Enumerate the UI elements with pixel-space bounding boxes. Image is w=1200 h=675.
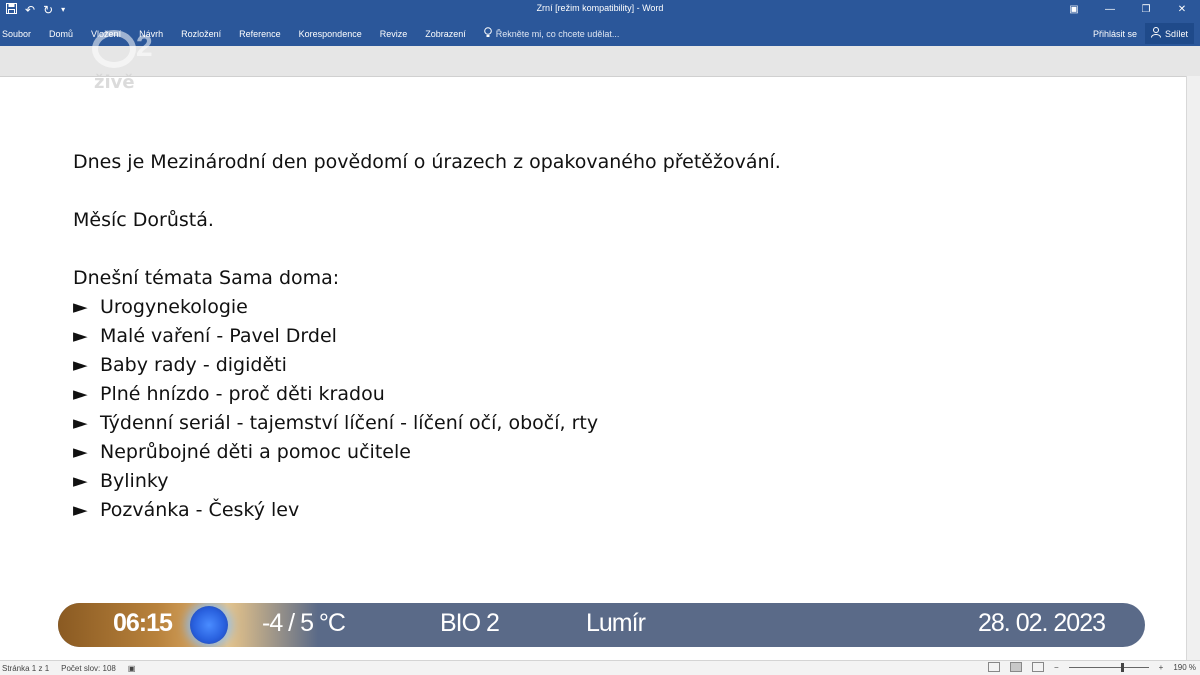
list-item-text: Neprůbojné děti a pomoc učitele bbox=[100, 441, 411, 463]
bullet-mark: ► bbox=[73, 325, 88, 347]
paragraph-moon: Měsíc Dorůstá. bbox=[73, 209, 214, 231]
zoom-slider[interactable] bbox=[1068, 662, 1149, 672]
list-item-text: Pozvánka - Český lev bbox=[100, 499, 300, 521]
share-label: Sdílet bbox=[1164, 28, 1188, 39]
bullet-mark: ► bbox=[73, 470, 88, 492]
ribbon: Soubor Domů Vložení Návrh Rozložení Refe… bbox=[0, 20, 1200, 46]
status-bar: Stránka 1 z 1 Počet slov: 108 ▣ − + 190 … bbox=[0, 660, 1200, 675]
ticker-temperature: -4 / 5 °C bbox=[262, 609, 346, 637]
list-item: ► Urogynekologie bbox=[73, 293, 973, 322]
word-count[interactable]: Počet slov: 108 bbox=[61, 664, 116, 673]
list-item-text: Malé vaření - Pavel Drdel bbox=[100, 325, 337, 347]
ribbon-account-area: Přihlásit se Sdílet bbox=[1093, 23, 1194, 44]
sign-in-link[interactable]: Přihlásit se bbox=[1093, 29, 1137, 39]
channel-logo-watermark: 2 živě bbox=[92, 30, 172, 94]
window-controls: ▣ — ❐ ✕ bbox=[1056, 0, 1200, 20]
document-title: Zrní [režim kompatibility] - Word bbox=[536, 3, 664, 13]
list-item-text: Baby rady - digiděti bbox=[100, 354, 287, 376]
proofing-icon[interactable]: ▣ bbox=[128, 664, 136, 673]
document-body[interactable]: Dnes je Mezinárodní den povědomí o úraze… bbox=[73, 148, 973, 525]
zoom-in-icon[interactable]: + bbox=[1159, 663, 1164, 672]
list-item: ► Malé vaření - Pavel Drdel bbox=[73, 322, 973, 351]
lightbulb-icon bbox=[483, 27, 492, 40]
tell-me-box[interactable]: Řekněte mi, co chcete udělat... bbox=[483, 27, 620, 40]
bullet-mark: ► bbox=[73, 441, 88, 463]
list-item-text: Urogynekologie bbox=[100, 296, 248, 318]
topics-heading: Dnešní témata Sama doma: bbox=[73, 267, 340, 289]
bullet-mark: ► bbox=[73, 383, 88, 405]
list-item: ► Bylinky bbox=[73, 467, 973, 496]
read-mode-icon[interactable] bbox=[987, 662, 1000, 672]
share-button[interactable]: Sdílet bbox=[1144, 23, 1194, 44]
ribbon-display-icon[interactable]: ▣ bbox=[1056, 0, 1092, 20]
bullet-mark: ► bbox=[73, 354, 88, 376]
print-layout-icon[interactable] bbox=[1009, 662, 1022, 672]
logo-ring bbox=[92, 30, 136, 68]
tv-info-ticker: 06:15 -4 / 5 °C BIO 2 Lumír 28. 02. 2023 bbox=[58, 603, 1145, 647]
tab-mailings[interactable]: Korespondence bbox=[299, 29, 370, 39]
bullet-mark: ► bbox=[73, 412, 88, 434]
tab-layout[interactable]: Rozložení bbox=[181, 29, 229, 39]
status-right: − + 190 % bbox=[987, 662, 1196, 672]
restore-icon[interactable]: ❐ bbox=[1128, 0, 1164, 20]
logo-word: živě bbox=[94, 72, 135, 93]
bullet-mark: ► bbox=[73, 296, 88, 318]
list-item: ► Týdenní seriál - tajemství líčení - líč… bbox=[73, 409, 973, 438]
page-count[interactable]: Stránka 1 z 1 bbox=[2, 664, 49, 673]
list-item-text: Bylinky bbox=[100, 470, 169, 492]
zoom-slider-thumb[interactable] bbox=[1120, 662, 1124, 672]
list-item: ► Plné hnízdo - proč děti kradou bbox=[73, 380, 973, 409]
zoom-out-icon[interactable]: − bbox=[1054, 663, 1059, 672]
zoom-level[interactable]: 190 % bbox=[1173, 663, 1196, 672]
list-item: ► Baby rady - digiděti bbox=[73, 351, 973, 380]
list-item: ► Neprůbojné děti a pomoc učitele bbox=[73, 438, 973, 467]
paragraph-intro: Dnes je Mezinárodní den povědomí o úraze… bbox=[73, 151, 781, 173]
list-item-text: Plné hnízdo - proč děti kradou bbox=[100, 383, 385, 405]
weather-orb-icon bbox=[190, 606, 228, 644]
empty-paragraph bbox=[73, 177, 973, 206]
close-icon[interactable]: ✕ bbox=[1164, 0, 1200, 20]
ticker-time: 06:15 bbox=[113, 609, 173, 637]
ruler-area bbox=[0, 46, 1200, 76]
logo-number: 2 bbox=[136, 30, 153, 63]
bullet-mark: ► bbox=[73, 499, 88, 521]
status-left: Stránka 1 z 1 Počet slov: 108 ▣ bbox=[2, 664, 135, 673]
ticker-channel: BIO 2 bbox=[440, 609, 500, 637]
tell-me-placeholder: Řekněte mi, co chcete udělat... bbox=[495, 28, 620, 39]
minimize-icon[interactable]: — bbox=[1092, 0, 1128, 20]
tab-home[interactable]: Domů bbox=[49, 29, 81, 39]
web-layout-icon[interactable] bbox=[1031, 662, 1044, 672]
tab-view[interactable]: Zobrazení bbox=[425, 29, 474, 39]
ticker-nameday: Lumír bbox=[586, 609, 646, 637]
vertical-scrollbar[interactable] bbox=[1186, 76, 1200, 660]
list-item-text: Týdenní seriál - tajemství líčení - líče… bbox=[100, 412, 599, 434]
tab-references[interactable]: Reference bbox=[239, 29, 289, 39]
empty-paragraph bbox=[73, 235, 973, 264]
list-item: ► Pozvánka - Český lev bbox=[73, 496, 973, 525]
tab-review[interactable]: Revize bbox=[380, 29, 416, 39]
ticker-date: 28. 02. 2023 bbox=[978, 609, 1106, 637]
tab-file[interactable]: Soubor bbox=[2, 29, 39, 39]
person-icon bbox=[1150, 27, 1161, 40]
title-bar: ↶ ↻ ▾ Zrní [režim kompatibility] - Word … bbox=[0, 0, 1200, 20]
